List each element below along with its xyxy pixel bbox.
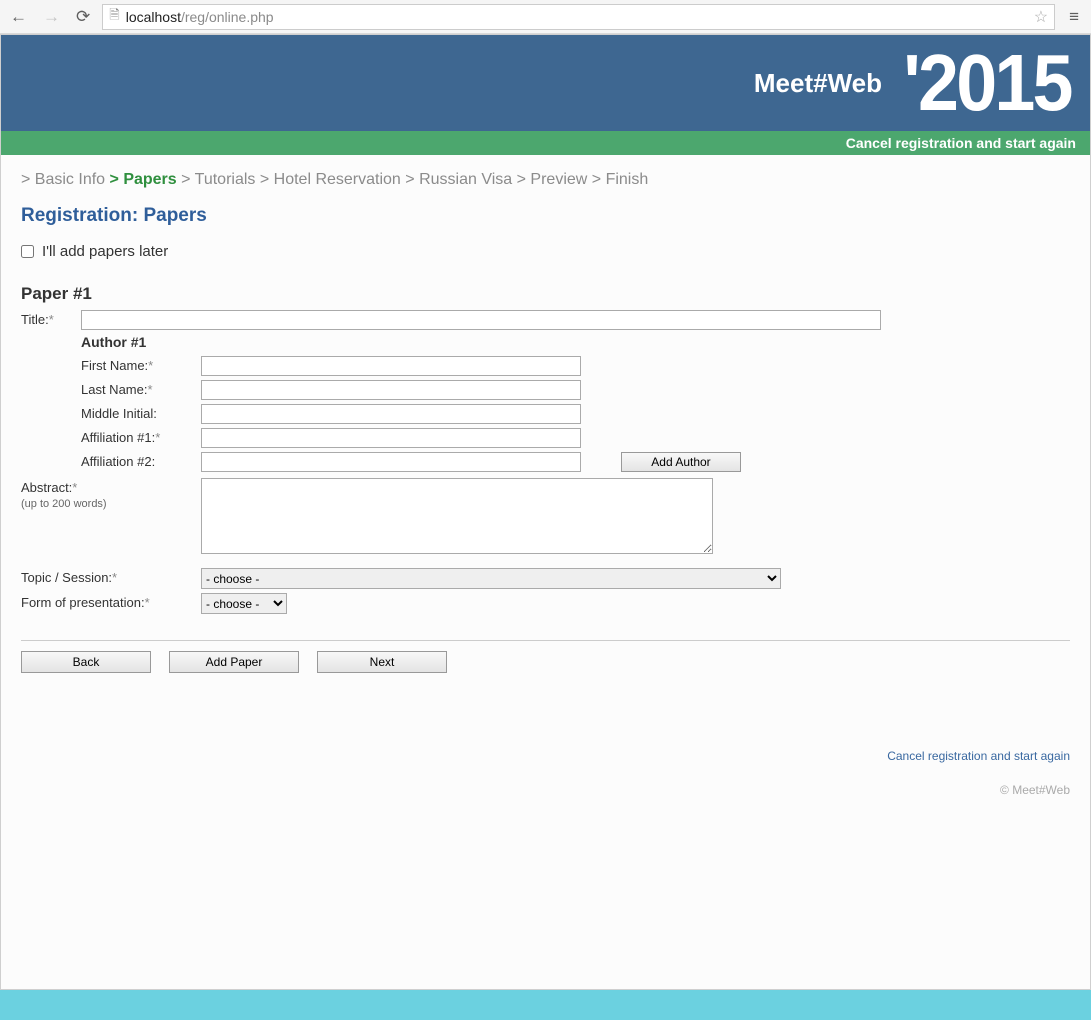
banner-subbar: Cancel registration and start again xyxy=(1,131,1090,155)
add-paper-button[interactable]: Add Paper xyxy=(169,651,299,673)
breadcrumb-step-active: Papers xyxy=(123,171,176,188)
banner-title: Meet#Web xyxy=(754,68,882,99)
author-heading: Author #1 xyxy=(81,334,1070,350)
last-name-label: Last Name:* xyxy=(81,380,201,397)
reload-icon[interactable]: ⟳ xyxy=(72,5,94,29)
page-title: Registration: Papers xyxy=(21,205,1070,227)
url-host: localhost xyxy=(126,9,181,25)
abstract-textarea[interactable] xyxy=(201,478,713,554)
add-papers-later-label: I'll add papers later xyxy=(42,243,168,260)
breadcrumb-step[interactable]: Russian Visa xyxy=(419,171,512,188)
cancel-registration-link[interactable]: Cancel registration and start again xyxy=(846,135,1076,151)
banner-year: '2015 xyxy=(903,43,1070,123)
url-input[interactable]: 🗎 localhost/reg/online.php ☆ xyxy=(102,4,1055,30)
site-banner: Meet#Web '2015 xyxy=(1,35,1090,131)
topic-label: Topic / Session:* xyxy=(21,568,201,585)
breadcrumb-step[interactable]: Hotel Reservation xyxy=(274,171,401,188)
add-author-button[interactable]: Add Author xyxy=(621,452,741,472)
abstract-note: (up to 200 words) xyxy=(21,498,107,510)
affiliation1-label: Affiliation #1:* xyxy=(81,428,201,445)
add-papers-later-checkbox[interactable] xyxy=(21,245,34,258)
breadcrumb-step[interactable]: Tutorials xyxy=(195,171,256,188)
add-later-row: I'll add papers later xyxy=(21,243,1070,260)
breadcrumb: > Basic Info > Papers > Tutorials > Hote… xyxy=(21,171,1070,189)
cancel-registration-link-footer[interactable]: Cancel registration and start again xyxy=(887,749,1070,763)
last-name-input[interactable] xyxy=(201,380,581,400)
breadcrumb-step[interactable]: Basic Info xyxy=(35,171,105,188)
forward-icon: → xyxy=(39,5,64,29)
divider xyxy=(21,640,1070,641)
footer: Cancel registration and start again © Me… xyxy=(1,689,1090,807)
affiliation2-input[interactable] xyxy=(201,452,581,472)
title-input[interactable] xyxy=(81,310,881,330)
form-presentation-select[interactable]: - choose - xyxy=(201,593,287,614)
content-area: > Basic Info > Papers > Tutorials > Hote… xyxy=(1,155,1090,689)
button-row: Back Add Paper Next xyxy=(21,651,1070,673)
paper-heading: Paper #1 xyxy=(21,284,1070,304)
next-button[interactable]: Next xyxy=(317,651,447,673)
menu-icon[interactable]: ≡ xyxy=(1063,5,1085,29)
file-icon: 🗎 xyxy=(109,6,119,28)
abstract-label: Abstract:* (up to 200 words) xyxy=(21,478,201,510)
topic-select[interactable]: - choose - xyxy=(201,568,781,589)
url-path: /reg/online.php xyxy=(181,9,274,25)
title-label: Title:* xyxy=(21,310,81,327)
affiliation1-input[interactable] xyxy=(201,428,581,448)
breadcrumb-step[interactable]: Finish xyxy=(606,171,649,188)
form-presentation-label: Form of presentation:* xyxy=(21,593,201,610)
middle-initial-input[interactable] xyxy=(201,404,581,424)
back-icon[interactable]: ← xyxy=(6,5,31,29)
bookmark-icon[interactable]: ☆ xyxy=(1034,7,1048,27)
middle-initial-label: Middle Initial: xyxy=(81,404,201,421)
page-viewport: Meet#Web '2015 Cancel registration and s… xyxy=(0,34,1091,990)
back-button[interactable]: Back xyxy=(21,651,151,673)
breadcrumb-step[interactable]: Preview xyxy=(530,171,587,188)
address-bar: ← → ⟳ 🗎 localhost/reg/online.php ☆ ≡ xyxy=(0,0,1091,34)
browser-window: 🗎 MeetWeb Forum × 🗎 MeetWeb Forum × — ☐ … xyxy=(0,0,1091,990)
first-name-input[interactable] xyxy=(201,356,581,376)
first-name-label: First Name:* xyxy=(81,356,201,373)
copyright: © Meet#Web xyxy=(21,783,1070,797)
affiliation2-label: Affiliation #2: xyxy=(81,452,201,469)
